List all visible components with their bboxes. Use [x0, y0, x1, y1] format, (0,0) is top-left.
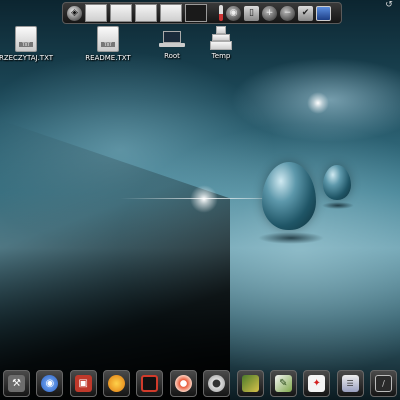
desktop-icon-temp[interactable]: Temp: [189, 26, 253, 60]
dock-item-terminal[interactable]: [136, 369, 164, 397]
text-editor-icon: ✎: [274, 374, 292, 392]
logout-icon[interactable]: ↺: [382, 0, 396, 10]
dock-item-monitor[interactable]: ∕: [369, 369, 397, 397]
temperature-icon: [219, 5, 223, 21]
desktop-icon-rzeczytaj[interactable]: RZECZYTAJ.TXT: [0, 26, 58, 62]
dock-item-media[interactable]: [169, 369, 197, 397]
workspace-5[interactable]: [185, 4, 207, 22]
light-flare: [190, 185, 218, 213]
workspace-4[interactable]: [160, 4, 182, 22]
dock-item-network[interactable]: ◉: [36, 369, 64, 397]
desktop-icon-label: RZECZYTAJ.TXT: [0, 54, 54, 62]
zoom-out-icon[interactable]: −: [280, 5, 295, 21]
egg-sphere-small: [323, 165, 351, 200]
egg-shadow: [322, 202, 354, 209]
top-panel: ◈ ◉ ▯ + − ✔: [62, 2, 342, 24]
tools-icon: ⚒: [8, 374, 25, 392]
dock-item-documents[interactable]: ☰: [336, 369, 364, 397]
display-icon[interactable]: [316, 5, 331, 21]
text-file-icon: [97, 26, 119, 52]
terminal-icon: [141, 374, 159, 392]
dock-item-webcam[interactable]: [203, 369, 231, 397]
computer-icon: [159, 30, 185, 50]
folder-icon: [210, 26, 232, 50]
volume-icon[interactable]: ◉: [226, 5, 241, 21]
workspace-2[interactable]: [110, 4, 132, 22]
egg-shadow: [258, 232, 324, 244]
dock-item-images[interactable]: [236, 369, 264, 397]
package-manager-icon: ▣: [74, 374, 92, 392]
trash-icon[interactable]: ▯: [244, 5, 259, 21]
dock-item-packages[interactable]: ▣: [69, 369, 97, 397]
tools-icon[interactable]: ✔: [298, 5, 313, 21]
star-glow: [307, 92, 329, 114]
desktop-icon-label: README.TXT: [85, 54, 131, 62]
system-monitor-icon: ∕: [374, 374, 392, 392]
egg-sphere-large: [262, 162, 316, 230]
webcam-icon: [208, 374, 226, 392]
dock-item-editor[interactable]: ✎: [269, 369, 297, 397]
menu-icon[interactable]: ◈: [67, 5, 82, 21]
text-file-icon: [15, 26, 37, 52]
network-globe-icon: ◉: [41, 374, 59, 392]
workspace-1[interactable]: [85, 4, 107, 22]
pdf-reader-icon: ✦: [308, 374, 326, 392]
dock-item-tools[interactable]: ⚒: [3, 369, 30, 397]
firefox-icon: [108, 374, 126, 392]
media-disc-icon: [174, 374, 192, 392]
image-viewer-icon: [241, 374, 259, 392]
desktop-icon-label: Temp: [211, 52, 231, 60]
wallpaper-shadow: [0, 120, 230, 400]
dock-item-pdf[interactable]: ✦: [303, 369, 331, 397]
document-icon: ☰: [341, 374, 359, 392]
dock-item-browser[interactable]: [103, 369, 131, 397]
workspace-3[interactable]: [135, 4, 157, 22]
desktop-wallpaper: [0, 0, 400, 400]
dock: ⚒ ◉ ▣ ✎ ✦ ☰ ∕: [0, 366, 400, 400]
desktop-icon-readme[interactable]: README.TXT: [76, 26, 140, 62]
zoom-in-icon[interactable]: +: [262, 5, 277, 21]
